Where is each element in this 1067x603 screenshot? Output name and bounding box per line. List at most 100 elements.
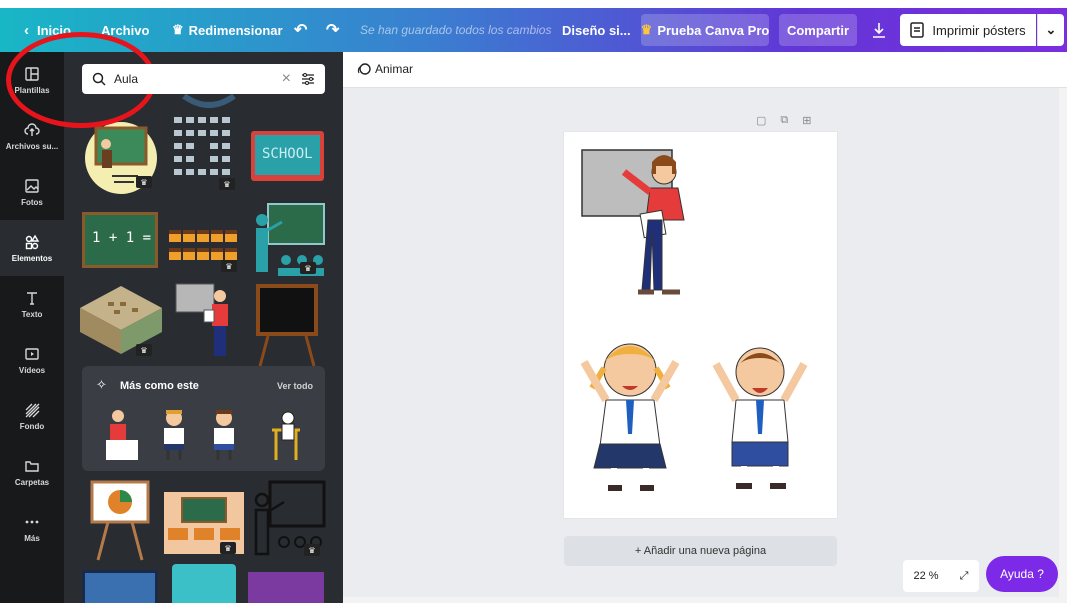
nav-more-label: Más	[24, 533, 40, 543]
horizontal-scrollbar[interactable]	[343, 597, 1059, 603]
download-icon[interactable]	[864, 14, 894, 46]
elements-panel: Aula × ♛ ♛ SCHOOL 1 + 1 = ♛ ♛ ♛ ✧ Más co…	[64, 52, 343, 603]
see-all-link[interactable]: Ver todo	[277, 381, 313, 391]
math-chalkboard-element[interactable]: 1 + 1 =	[82, 212, 158, 268]
elements-icon	[25, 234, 40, 249]
background-icon	[25, 403, 40, 417]
teal-board-element[interactable]	[172, 564, 236, 603]
vertical-scrollbar[interactable]	[1059, 88, 1067, 603]
sparkle-icon: ✧	[96, 377, 107, 392]
undo-icon[interactable]: ↶	[294, 8, 307, 52]
resize-label: Redimensionar	[188, 22, 283, 38]
page-illustrations	[580, 149, 808, 491]
search-input[interactable]: Aula ×	[82, 64, 325, 94]
premium-crown-icon: ♛	[221, 260, 237, 272]
premium-crown-icon: ♛	[304, 544, 320, 556]
more-icon	[25, 520, 39, 523]
search-value: Aula	[114, 72, 139, 86]
resize-button[interactable]: ♛ Redimensionar	[172, 8, 283, 52]
nav-uploads[interactable]: Archivos su...	[0, 108, 64, 164]
top-bar: ‹ Inicio Archivo ♛ Redimensionar ↶ ↷ Se …	[0, 8, 1067, 52]
redo-icon[interactable]: ↷	[326, 8, 339, 52]
fullscreen-icon[interactable]: ⤢	[960, 570, 969, 583]
animate-button[interactable]: Animar	[357, 62, 413, 76]
help-button[interactable]: Ayuda ?	[986, 556, 1058, 592]
nav-folders[interactable]: Carpetas	[0, 444, 64, 500]
poster-icon	[910, 22, 925, 38]
text-icon	[27, 291, 37, 305]
home-button[interactable]: ‹ Inicio	[24, 8, 71, 52]
animate-label: Animar	[375, 62, 414, 76]
nav-photos-label: Fotos	[21, 197, 43, 207]
classroom-icons-element[interactable]: ♛	[169, 112, 244, 196]
chevron-down-icon[interactable]: ⌄	[1037, 14, 1064, 46]
premium-crown-icon: ♛	[219, 178, 235, 190]
nav-elements[interactable]: Elementos	[0, 220, 64, 276]
nav-uploads-label: Archivos su...	[5, 141, 59, 151]
more-like-this-card: ✧ Más como este Ver todo	[82, 366, 325, 471]
design-title[interactable]: Diseño si...	[562, 8, 631, 52]
more-like-this-title: Más como este	[120, 380, 199, 392]
girl-student-thumb[interactable]	[158, 406, 190, 462]
try-pro-label: Prueba Canva Pro	[657, 22, 770, 38]
video-icon	[25, 347, 39, 360]
nav-videos[interactable]: Vídeos	[0, 332, 64, 388]
animate-icon	[357, 63, 371, 75]
school-sign-element[interactable]: SCHOOL	[250, 130, 325, 182]
chevron-left-icon: ‹	[24, 21, 29, 39]
nav-videos-label: Vídeos	[18, 365, 46, 375]
add-page-button[interactable]: + Añadir una nueva página	[564, 536, 837, 566]
templates-icon	[25, 66, 39, 81]
print-posters-button[interactable]: Imprimir pósters	[900, 14, 1036, 46]
left-nav: Plantillas Archivos su... Fotos Elemento…	[0, 52, 64, 603]
try-pro-button[interactable]: ♛ Prueba Canva Pro	[641, 14, 769, 46]
nav-elements-label: Elementos	[11, 253, 53, 263]
clear-search-icon[interactable]: ×	[282, 70, 291, 88]
presentation-easel-element[interactable]	[90, 480, 150, 562]
teacher-desk-thumb[interactable]	[104, 406, 140, 462]
nav-more[interactable]: Más	[0, 500, 64, 556]
save-status: Se han guardado todos los cambios	[360, 23, 552, 37]
purple-classroom-element[interactable]	[248, 572, 324, 603]
boy-student-thumb[interactable]	[208, 406, 240, 462]
teacher-outline-element[interactable]: ♛	[248, 480, 328, 562]
school-sign-text: SCHOOL	[262, 146, 313, 162]
duplicate-page-icon[interactable]: ⧉	[780, 114, 788, 127]
crown-icon: ♛	[640, 22, 653, 37]
teacher-board-element[interactable]: ♛	[82, 114, 160, 196]
canvas-toolbar: Animar	[343, 52, 1067, 88]
canva-editor: ‹ Inicio Archivo ♛ Redimensionar ↶ ↷ Se …	[0, 0, 1067, 603]
isometric-classroom-element[interactable]: ♛	[78, 284, 164, 356]
workspace: ▢ ⧉ ⊞ + Añadir una nueva página 22 % ⤢ A…	[343, 88, 1067, 603]
premium-crown-icon: ♛	[300, 262, 316, 274]
students-row-element[interactable]: ♛	[167, 212, 243, 274]
zoom-level: 22 %	[913, 570, 939, 582]
nav-background[interactable]: Fondo	[0, 388, 64, 444]
file-menu[interactable]: Archivo	[101, 8, 149, 52]
window-element[interactable]	[82, 570, 158, 603]
filter-icon[interactable]	[301, 72, 315, 86]
photo-icon	[25, 178, 39, 193]
premium-crown-icon: ♛	[220, 542, 236, 554]
nav-templates-label: Plantillas	[14, 85, 50, 95]
zoom-control[interactable]: 22 % ⤢	[903, 560, 979, 592]
upload-icon	[24, 122, 40, 136]
nav-text-label: Texto	[21, 309, 43, 319]
nav-templates[interactable]: Plantillas	[0, 52, 64, 108]
student-desk-thumb[interactable]	[266, 406, 306, 462]
teacher-students-element[interactable]: ♛	[250, 202, 326, 276]
classroom-scene-element[interactable]: ♛	[164, 492, 244, 554]
math-text: 1 + 1 =	[92, 230, 152, 246]
nav-photos[interactable]: Fotos	[0, 164, 64, 220]
nav-text[interactable]: Texto	[0, 276, 64, 332]
share-button[interactable]: Compartir	[779, 14, 857, 46]
blackboard-stand-element[interactable]	[254, 282, 320, 367]
teacher-whiteboard-element[interactable]	[174, 282, 240, 360]
add-page-icon[interactable]: ⊞	[802, 114, 811, 127]
premium-crown-icon: ♛	[136, 176, 152, 188]
partial-element[interactable]	[179, 92, 239, 108]
nav-folders-label: Carpetas	[14, 477, 50, 487]
design-page[interactable]	[564, 132, 837, 518]
note-icon[interactable]: ▢	[756, 114, 766, 127]
folder-icon	[25, 460, 39, 472]
